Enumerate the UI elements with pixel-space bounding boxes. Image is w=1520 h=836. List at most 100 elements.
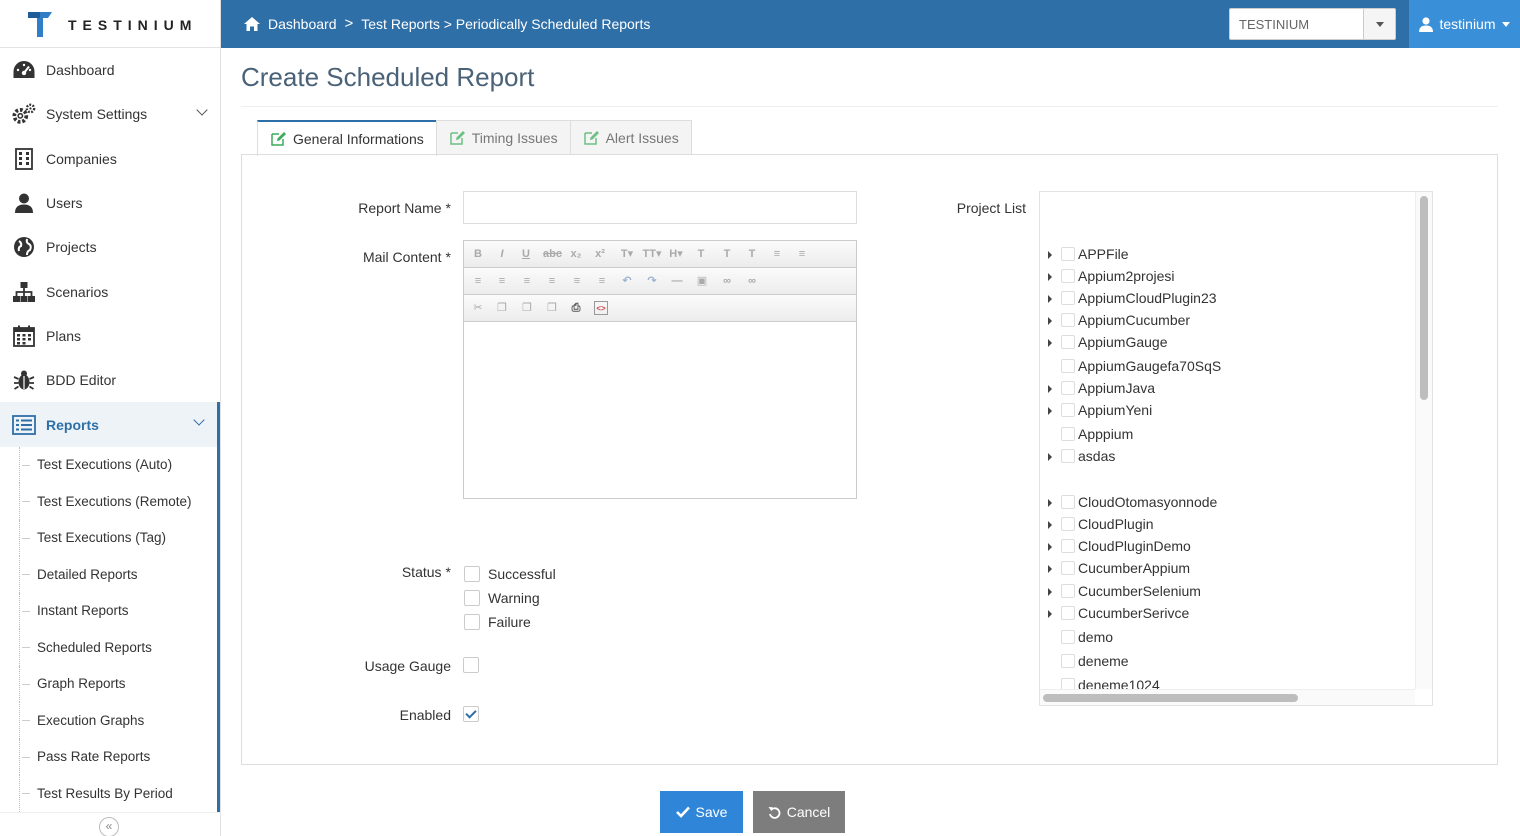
strikethrough-icon[interactable]: abc xyxy=(543,247,562,261)
copy-icon[interactable]: ❐ xyxy=(495,301,509,315)
outdent-icon[interactable]: ≡ xyxy=(495,274,509,288)
caret-right-icon[interactable] xyxy=(1048,317,1052,325)
project-tree-node[interactable]: CloudOtomasyonnode xyxy=(1040,492,1410,514)
sidebar-item-bdd-editor[interactable]: BDD Editor xyxy=(0,358,220,402)
font-size-icon[interactable]: TT▾ xyxy=(642,247,662,261)
align-left-icon[interactable]: ≡ xyxy=(520,274,534,288)
enabled-checkbox[interactable] xyxy=(463,706,479,722)
unlink-icon[interactable]: ∞ xyxy=(745,274,759,288)
undo-icon[interactable]: ↶ xyxy=(620,274,634,288)
project-list-vertical-scrollbar[interactable] xyxy=(1415,192,1432,689)
source-code-icon[interactable]: <> xyxy=(594,301,608,315)
project-checkbox[interactable] xyxy=(1061,495,1075,509)
sidebar-item-users[interactable]: Users xyxy=(0,181,220,225)
home-icon[interactable] xyxy=(243,16,261,32)
project-tree-node[interactable]: AppiumGaugefa70SqS xyxy=(1040,356,1410,378)
sidebar-subitem-test-executions-tag[interactable]: Test Executions (Tag) xyxy=(0,519,217,557)
project-checkbox[interactable] xyxy=(1061,449,1075,463)
bold-icon[interactable]: B xyxy=(471,247,485,261)
project-tree-node[interactable]: CucumberAppium xyxy=(1040,558,1410,580)
project-checkbox[interactable] xyxy=(1061,561,1075,575)
print-icon[interactable]: ⎙ xyxy=(569,301,583,315)
mail-content-textarea[interactable] xyxy=(464,323,856,498)
link-icon[interactable]: ∞ xyxy=(720,274,734,288)
sidebar-subitem-test-executions-remote[interactable]: Test Executions (Remote) xyxy=(0,483,217,520)
status-warning-checkbox[interactable] xyxy=(464,590,480,606)
project-tree-node[interactable]: AppiumYeni xyxy=(1040,400,1410,422)
save-button[interactable]: Save xyxy=(660,791,743,833)
project-tree-node[interactable]: APPFile xyxy=(1040,244,1410,266)
project-tree-node[interactable]: Apppium xyxy=(1040,424,1410,446)
breadcrumb-path[interactable]: Test Reports > Periodically Scheduled Re… xyxy=(361,16,650,32)
project-checkbox[interactable] xyxy=(1061,335,1075,349)
scrollbar-thumb[interactable] xyxy=(1420,196,1428,400)
italic-icon[interactable]: I xyxy=(495,247,509,261)
caret-right-icon[interactable] xyxy=(1048,588,1052,596)
project-checkbox[interactable] xyxy=(1061,247,1075,261)
caret-right-icon[interactable] xyxy=(1048,385,1052,393)
project-tree-node[interactable]: deneme xyxy=(1040,651,1410,673)
sidebar-item-dashboard[interactable]: Dashboard xyxy=(0,48,220,92)
caret-right-icon[interactable] xyxy=(1048,565,1052,573)
tab-alert-issues[interactable]: Alert Issues xyxy=(569,120,692,155)
user-menu[interactable]: testinium xyxy=(1409,0,1520,48)
sidebar-subitem-graph-reports[interactable]: Graph Reports xyxy=(0,665,217,703)
caret-right-icon[interactable] xyxy=(1048,453,1052,461)
project-tree-node[interactable]: AppiumGauge xyxy=(1040,332,1410,354)
sidebar-item-plans[interactable]: Plans xyxy=(0,314,220,358)
text-color-icon[interactable]: T xyxy=(694,247,708,261)
bullet-list-icon[interactable]: ≡ xyxy=(770,247,784,261)
project-checkbox[interactable] xyxy=(1061,517,1075,531)
project-tree-node[interactable]: AppiumJava xyxy=(1040,378,1410,400)
company-select-caret-icon[interactable] xyxy=(1363,9,1395,39)
subscript-icon[interactable]: x₂ xyxy=(569,247,583,261)
font-family-icon[interactable]: T▾ xyxy=(618,247,636,261)
project-checkbox[interactable] xyxy=(1061,630,1075,644)
sidebar-subitem-detailed-reports[interactable]: Detailed Reports xyxy=(0,556,217,593)
numbered-list-icon[interactable]: ≡ xyxy=(795,247,809,261)
project-checkbox[interactable] xyxy=(1061,539,1075,553)
project-tree-node[interactable]: AppiumCloudPlugin23 xyxy=(1040,288,1410,310)
sidebar-item-companies[interactable]: Companies xyxy=(0,137,220,181)
indent-icon[interactable]: ≡ xyxy=(471,274,485,288)
caret-right-icon[interactable] xyxy=(1048,251,1052,259)
project-checkbox[interactable] xyxy=(1061,427,1075,441)
cut-icon[interactable]: ✂ xyxy=(471,301,485,315)
scrollbar-thumb[interactable] xyxy=(1043,694,1298,702)
sidebar-subitem-test-executions-auto[interactable]: Test Executions (Auto) xyxy=(0,446,217,484)
paste-text-icon[interactable]: ❐ xyxy=(545,301,559,315)
caret-right-icon[interactable] xyxy=(1048,521,1052,529)
usage-gauge-checkbox[interactable] xyxy=(463,657,479,673)
redo-icon[interactable]: ↷ xyxy=(645,274,659,288)
sidebar-subitem-instant-reports[interactable]: Instant Reports xyxy=(0,592,217,630)
project-tree-node[interactable]: demo xyxy=(1040,627,1410,649)
status-successful-checkbox[interactable] xyxy=(464,566,480,582)
sidebar-item-reports[interactable]: Reports xyxy=(0,402,220,447)
tab-timing-issues[interactable]: Timing Issues xyxy=(435,120,571,155)
caret-right-icon[interactable] xyxy=(1048,610,1052,618)
sidebar-subitem-execution-graphs[interactable]: Execution Graphs xyxy=(0,702,217,739)
superscript-icon[interactable]: x² xyxy=(593,247,607,261)
underline-icon[interactable]: U xyxy=(519,247,533,261)
cancel-button[interactable]: Cancel xyxy=(753,791,845,833)
tab-general-informations[interactable]: General Informations xyxy=(257,120,437,156)
project-tree-node[interactable]: Appium2projesi xyxy=(1040,266,1410,288)
sidebar-subitem-scheduled-reports[interactable]: Scheduled Reports xyxy=(0,629,217,666)
double-chevron-left-icon[interactable]: « xyxy=(99,817,119,836)
project-tree-node[interactable]: CloudPlugin xyxy=(1040,514,1410,536)
sidebar-item-projects[interactable]: Projects xyxy=(0,225,220,269)
project-checkbox[interactable] xyxy=(1061,606,1075,620)
image-icon[interactable]: ▣ xyxy=(695,274,709,288)
align-justify-icon[interactable]: ≡ xyxy=(595,274,609,288)
sidebar-subitem-test-results-by-period[interactable]: Test Results By Period xyxy=(0,775,217,812)
caret-right-icon[interactable] xyxy=(1048,499,1052,507)
heading-icon[interactable]: H▾ xyxy=(666,247,686,261)
project-checkbox[interactable] xyxy=(1061,403,1075,417)
project-checkbox[interactable] xyxy=(1061,654,1075,668)
project-checkbox[interactable] xyxy=(1061,584,1075,598)
highlight-icon[interactable]: T xyxy=(720,247,734,261)
project-tree-node[interactable]: AppiumCucumber xyxy=(1040,310,1410,332)
project-list-horizontal-scrollbar[interactable] xyxy=(1040,689,1415,705)
caret-right-icon[interactable] xyxy=(1048,339,1052,347)
logo[interactable]: TESTINIUM xyxy=(0,0,221,48)
